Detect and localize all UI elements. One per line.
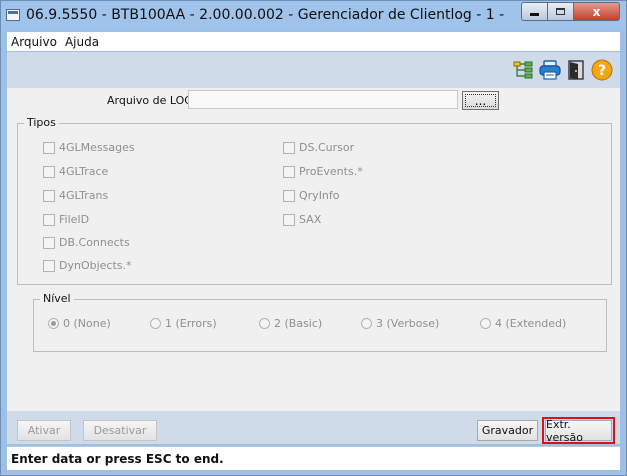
checkbox-dbconnects[interactable]: DB.Connects: [43, 236, 130, 249]
radio-circle[interactable]: [150, 318, 161, 329]
checkbox-4glmessages[interactable]: 4GLMessages: [43, 141, 135, 154]
radio-circle[interactable]: [48, 318, 59, 329]
tipos-title: Tipos: [24, 116, 59, 129]
close-button[interactable]: x: [574, 2, 620, 21]
checkbox-label: DB.Connects: [59, 236, 130, 249]
checkbox-box[interactable]: [43, 213, 55, 226]
log-file-input[interactable]: [188, 90, 458, 109]
checkbox-label: 4GLMessages: [59, 141, 135, 154]
exit-door-icon[interactable]: [565, 59, 587, 81]
checkbox-box[interactable]: [43, 165, 55, 178]
checkbox-box[interactable]: [283, 141, 295, 154]
minimize-icon: [530, 13, 539, 16]
checkbox-box[interactable]: [43, 236, 55, 249]
radio-label: 2 (Basic): [274, 317, 323, 330]
checkbox-label: FileID: [59, 213, 90, 226]
status-text: Enter data or press ESC to end.: [11, 451, 224, 466]
window-title: 06.9.5550 - BTB100AA - 2.00.00.002 - Ger…: [26, 7, 505, 23]
checkbox-label: 4GLTrans: [59, 189, 109, 202]
checkbox-box[interactable]: [43, 141, 55, 154]
log-file-label: Arquivo de LOG:: [107, 94, 197, 107]
menu-ajuda[interactable]: Ajuda: [61, 35, 103, 49]
checkbox-label: DynObjects.*: [59, 259, 132, 272]
radio-circle[interactable]: [480, 318, 491, 329]
ativar-button[interactable]: Ativar: [17, 420, 71, 441]
menu-bar: Arquivo Ajuda: [7, 32, 620, 51]
window-controls: x: [521, 2, 620, 22]
help-icon[interactable]: ?: [591, 59, 613, 81]
radio-label: 0 (None): [63, 317, 111, 330]
checkbox-label: QryInfo: [299, 189, 340, 202]
svg-text:?: ?: [598, 63, 606, 79]
button-bar: Ativar Desativar Gravador Extr. versão: [7, 411, 620, 444]
radio-level-4[interactable]: 4 (Extended): [480, 317, 566, 330]
menu-arquivo[interactable]: Arquivo: [7, 35, 61, 49]
minimize-button[interactable]: [521, 2, 548, 21]
browse-button[interactable]: ...: [462, 91, 499, 110]
tree-icon[interactable]: [512, 59, 534, 81]
checkbox-4gltrace[interactable]: 4GLTrace: [43, 165, 108, 178]
close-icon: x: [592, 4, 601, 19]
checkbox-proevents[interactable]: ProEvents.*: [283, 165, 363, 178]
checkbox-fileid[interactable]: FileID: [43, 213, 89, 226]
checkbox-label: DS.Cursor: [299, 141, 355, 154]
checkbox-dynobjects[interactable]: DynObjects.*: [43, 259, 132, 272]
radio-label: 4 (Extended): [495, 317, 567, 330]
checkbox-4gltrans[interactable]: 4GLTrans: [43, 189, 108, 202]
checkbox-box[interactable]: [283, 213, 295, 226]
checkbox-sax[interactable]: SAX: [283, 213, 321, 226]
app-icon: [6, 9, 20, 21]
checkbox-label: 4GLTrace: [59, 165, 109, 178]
toolbar: ?: [7, 52, 620, 89]
nivel-title: Nível: [40, 292, 74, 305]
checkbox-label: ProEvents.*: [299, 165, 363, 178]
desativar-button[interactable]: Desativar: [83, 420, 157, 441]
radio-level-0[interactable]: 0 (None): [48, 317, 111, 330]
radio-circle[interactable]: [361, 318, 372, 329]
printer-icon[interactable]: [539, 59, 561, 81]
checkbox-box[interactable]: [43, 189, 55, 202]
radio-level-3[interactable]: 3 (Verbose): [361, 317, 439, 330]
checkbox-box[interactable]: [43, 259, 55, 272]
checkbox-label: SAX: [299, 213, 322, 226]
client-area: Arquivo de LOG: ... Tipos 4GLMessages 4G…: [7, 88, 620, 411]
extr-versao-button[interactable]: Extr. versão: [542, 417, 615, 444]
radio-label: 1 (Errors): [165, 317, 217, 330]
checkbox-qryinfo[interactable]: QryInfo: [283, 189, 340, 202]
checkbox-box[interactable]: [283, 165, 295, 178]
maximize-icon: [556, 8, 565, 15]
maximize-button[interactable]: [548, 2, 574, 21]
checkbox-dscursor[interactable]: DS.Cursor: [283, 141, 354, 154]
status-bar: Enter data or press ESC to end.: [7, 446, 620, 470]
title-bar[interactable]: 06.9.5550 - BTB100AA - 2.00.00.002 - Ger…: [1, 1, 626, 31]
app-window: 06.9.5550 - BTB100AA - 2.00.00.002 - Ger…: [0, 0, 627, 476]
radio-label: 3 (Verbose): [376, 317, 440, 330]
checkbox-box[interactable]: [283, 189, 295, 202]
radio-level-1[interactable]: 1 (Errors): [150, 317, 217, 330]
gravador-button[interactable]: Gravador: [477, 420, 538, 441]
radio-circle[interactable]: [259, 318, 270, 329]
radio-level-2[interactable]: 2 (Basic): [259, 317, 322, 330]
